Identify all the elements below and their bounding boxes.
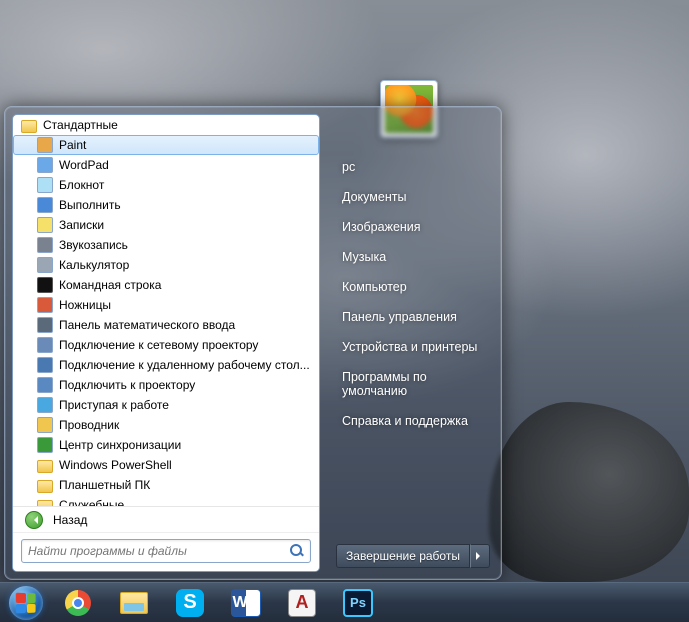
skype-icon: S [176,589,204,617]
netprojector-icon [37,337,53,353]
start-menu-left-pane: Стандартные Paint WordPad Блокнот Выполнить… [12,114,320,572]
cmd-icon [37,277,53,293]
program-item-folder[interactable]: Служебные [13,495,319,506]
program-label: Панель математического ввода [59,318,235,332]
folder-header-accessories[interactable]: Стандартные [13,115,319,135]
program-item-snipping[interactable]: Ножницы [13,295,319,315]
right-pane-item-4[interactable]: Компьютер [336,272,490,302]
search-box[interactable] [21,539,311,563]
right-pane-item-3[interactable]: Музыка [336,242,490,272]
paint-icon [37,137,53,153]
chrome-icon [65,590,91,616]
program-label: Подключение к сетевому проектору [59,338,258,352]
wordpad-icon [37,157,53,173]
all-programs-list[interactable]: Стандартные Paint WordPad Блокнот Выполнить… [13,115,319,506]
start-menu-right-pane: pcДокументыИзображенияМузыкаКомпьютерПан… [320,114,494,572]
taskbar-item-skype[interactable]: S [163,584,217,622]
program-item-gettingstarted[interactable]: Приступая к работе [13,395,319,415]
taskbar-item-explorer[interactable] [107,584,161,622]
program-item-soundrecorder[interactable]: Звукозапись [13,235,319,255]
autocad-icon: A [288,589,316,617]
program-item-mathinput[interactable]: Панель математического ввода [13,315,319,335]
shutdown-button[interactable]: Завершение работы [336,544,470,568]
program-label: Paint [59,138,86,152]
calculator-icon [37,257,53,273]
program-item-cmd[interactable]: Командная строка [13,275,319,295]
program-item-wordpad[interactable]: WordPad [13,155,319,175]
search-icon [290,544,304,558]
file-explorer-icon [120,592,148,614]
program-label: Записки [59,218,104,232]
program-item-synccenter[interactable]: Центр синхронизации [13,435,319,455]
taskbar: S W A Ps [0,582,689,622]
rdp-icon [37,357,53,373]
back-arrow-icon [25,511,43,529]
windows-orb-icon [9,586,43,620]
word-icon: W [231,589,261,617]
program-label: Звукозапись [59,238,128,252]
folder-label: Стандартные [43,118,118,132]
program-item-run[interactable]: Выполнить [13,195,319,215]
program-label: Проводник [59,418,119,432]
right-pane-item-2[interactable]: Изображения [336,212,490,242]
right-pane-item-7[interactable]: Программы по умолчанию [336,362,490,406]
taskbar-item-autocad[interactable]: A [275,584,329,622]
run-icon [37,197,53,213]
folder-icon [37,457,53,473]
program-label: WordPad [59,158,109,172]
back-label: Назад [53,513,87,527]
program-label: Командная строка [59,278,161,292]
mathinput-icon [37,317,53,333]
program-label: Планшетный ПК [59,478,150,492]
program-item-calculator[interactable]: Калькулятор [13,255,319,275]
program-label: Центр синхронизации [59,438,181,452]
program-label: Служебные [59,498,124,506]
stickynotes-icon [37,217,53,233]
program-item-netprojector[interactable]: Подключение к сетевому проектору [13,335,319,355]
right-pane-item-6[interactable]: Устройства и принтеры [336,332,490,362]
program-item-projector[interactable]: Подключить к проектору [13,375,319,395]
program-item-folder[interactable]: Планшетный ПК [13,475,319,495]
right-pane-item-8[interactable]: Справка и поддержка [336,406,490,436]
folder-icon [37,477,53,493]
right-pane-item-1[interactable]: Документы [336,182,490,212]
search-input[interactable] [28,544,290,558]
search-container [13,532,319,571]
program-label: Подключение к удаленному рабочему стол..… [59,358,310,372]
shutdown-label: Завершение работы [346,549,460,563]
program-label: Windows PowerShell [59,458,172,472]
program-item-notepad[interactable]: Блокнот [13,175,319,195]
synccenter-icon [37,437,53,453]
right-pane-item-0[interactable]: pc [336,152,490,182]
program-item-rdp[interactable]: Подключение к удаленному рабочему стол..… [13,355,319,375]
program-item-paint[interactable]: Paint [13,135,319,155]
program-item-explorer[interactable]: Проводник [13,415,319,435]
program-item-folder[interactable]: Windows PowerShell [13,455,319,475]
projector-icon [37,377,53,393]
shutdown-options-arrow[interactable] [470,544,490,568]
taskbar-item-chrome[interactable] [51,584,105,622]
taskbar-item-photoshop[interactable]: Ps [331,584,385,622]
program-label: Блокнот [59,178,104,192]
program-label: Калькулятор [59,258,129,272]
snipping-icon [37,297,53,313]
shutdown-group: Завершение работы [336,544,490,568]
back-button[interactable]: Назад [13,506,319,532]
program-item-stickynotes[interactable]: Записки [13,215,319,235]
right-pane-item-5[interactable]: Панель управления [336,302,490,332]
folder-icon [37,497,53,506]
program-label: Подключить к проектору [59,378,195,392]
program-label: Приступая к работе [59,398,169,412]
notepad-icon [37,177,53,193]
soundrecorder-icon [37,237,53,253]
folder-icon [21,117,37,133]
program-label: Ножницы [59,298,111,312]
start-menu: Стандартные Paint WordPad Блокнот Выполнить… [4,106,502,580]
gettingstarted-icon [37,397,53,413]
program-label: Выполнить [59,198,121,212]
taskbar-item-word[interactable]: W [219,584,273,622]
photoshop-icon: Ps [343,589,373,617]
start-button[interactable] [2,584,50,622]
explorer-icon [37,417,53,433]
